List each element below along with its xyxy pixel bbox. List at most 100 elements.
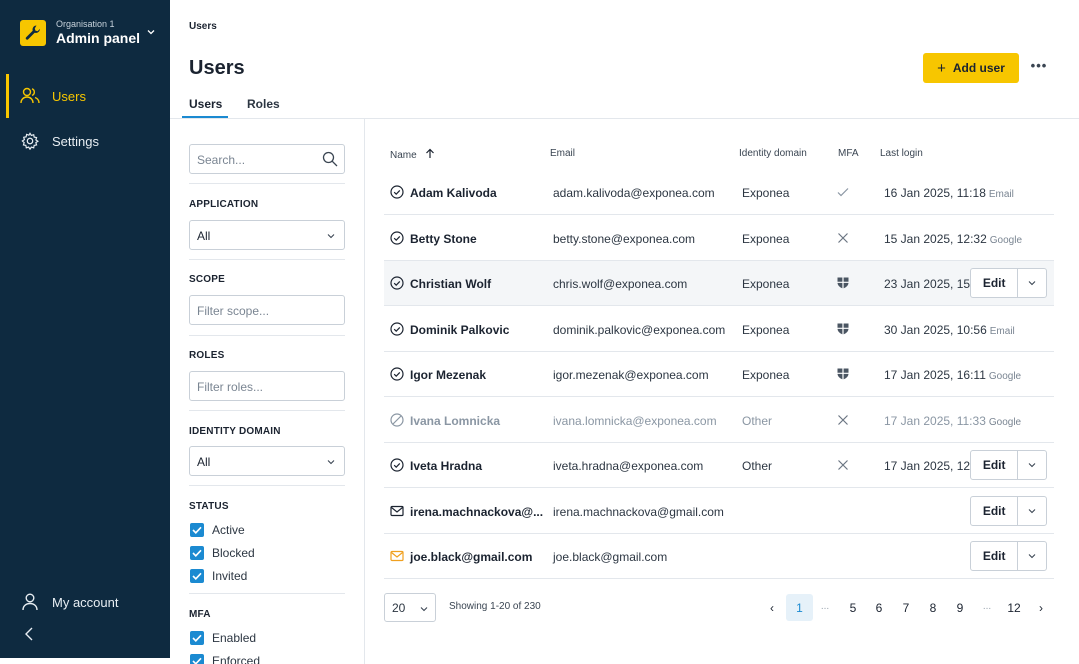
divider xyxy=(189,183,345,184)
user-name[interactable]: Igor Mezenak xyxy=(410,368,486,382)
sidebar-item-my-account[interactable]: My account xyxy=(0,580,170,624)
breadcrumb[interactable]: Users xyxy=(189,21,217,32)
chevron-down-icon xyxy=(1028,508,1036,513)
row-actions-dropdown[interactable] xyxy=(1018,269,1046,297)
mfa-checkbox-enabled[interactable]: Enabled xyxy=(190,630,256,646)
table-row[interactable]: Betty Stone betty.stone@exponea.com Expone… xyxy=(384,216,1054,261)
user-name[interactable]: irena.machnackova@... xyxy=(410,505,543,519)
last-login-time: 23 Jan 2025, 15 xyxy=(884,277,971,291)
chevron-down-icon xyxy=(327,460,335,465)
edit-button[interactable]: Edit xyxy=(971,269,1019,297)
column-header-last-login[interactable]: Last login xyxy=(880,148,923,159)
mfa-filter-label: MFA xyxy=(189,609,211,620)
roles-placeholder: Filter roles... xyxy=(197,380,264,394)
user-email: adam.kalivoda@exponea.com xyxy=(553,186,715,200)
prev-page-icon[interactable]: ‹ xyxy=(765,601,779,615)
filters-panel: Search... APPLICATION All SCOPE Filter s… xyxy=(170,119,365,664)
user-identity-domain: Exponea xyxy=(742,322,790,337)
checkbox-label: Enabled xyxy=(212,631,257,645)
status-checkbox-invited[interactable]: Invited xyxy=(190,568,247,584)
column-header-name[interactable]: Name xyxy=(390,148,435,161)
row-actions-dropdown[interactable] xyxy=(1018,497,1046,525)
edit-button-group: Edit xyxy=(970,450,1047,480)
sidebar-item-settings[interactable]: Settings xyxy=(0,119,170,163)
user-name[interactable]: Ivana Lomnicka xyxy=(410,414,500,428)
roles-filter-input[interactable]: Filter roles... xyxy=(189,371,345,401)
page-7[interactable]: 7 xyxy=(899,601,913,615)
login-method: Email xyxy=(989,325,1015,337)
column-header-mfa[interactable]: MFA xyxy=(838,148,859,159)
tab-users[interactable]: Users xyxy=(189,97,222,111)
login-method: Google xyxy=(989,234,1023,246)
identity-domain-select[interactable]: All xyxy=(189,446,345,476)
table-row[interactable]: Iveta Hradna iveta.hradna@exponea.com Othe… xyxy=(384,443,1054,488)
table-row[interactable]: Ivana Lomnicka ivana.lomnicka@exponea.com… xyxy=(384,398,1054,443)
application-select-value: All xyxy=(197,229,211,243)
divider xyxy=(189,259,345,260)
chevron-down-icon xyxy=(1028,554,1036,559)
chevron-down-icon xyxy=(1028,281,1036,286)
next-page-icon[interactable]: › xyxy=(1034,601,1048,615)
user-email: joe.black@gmail.com xyxy=(553,550,668,564)
per-page-select[interactable]: 20 xyxy=(384,593,436,622)
user-email: chris.wolf@exponea.com xyxy=(553,277,688,291)
sidebar-item-label: My account xyxy=(52,595,119,610)
collapse-sidebar-icon[interactable] xyxy=(22,626,36,642)
table-row[interactable]: Christian Wolf chris.wolf@exponea.com Expo… xyxy=(384,261,1054,306)
status-blocked-icon xyxy=(390,412,404,427)
table-row[interactable]: Dominik Palkovic dominik.palkovic@exponea… xyxy=(384,307,1054,352)
add-user-button[interactable]: + Add user xyxy=(923,53,1019,83)
table-row[interactable]: Igor Mezenak igor.mezenak@exponea.com Expo… xyxy=(384,352,1054,397)
table-row[interactable]: Adam Kalivoda adam.kalivoda@exponea.com Ex… xyxy=(384,170,1054,215)
application-filter-label: APPLICATION xyxy=(189,199,259,210)
user-name[interactable]: Betty Stone xyxy=(410,232,477,246)
edit-button[interactable]: Edit xyxy=(971,496,1019,525)
status-checkbox-blocked[interactable]: Blocked xyxy=(190,545,255,561)
last-login-time: 16 Jan 2025, 11:18 xyxy=(884,186,986,200)
login-method: Google xyxy=(988,416,1022,428)
x-icon xyxy=(836,413,850,427)
search-input[interactable]: Search... xyxy=(189,144,345,174)
edit-button[interactable]: Edit xyxy=(971,451,1019,479)
tab-roles[interactable]: Roles xyxy=(247,97,280,111)
per-page-value: 20 xyxy=(392,601,406,615)
page-6[interactable]: 6 xyxy=(872,601,886,615)
row-actions-dropdown[interactable] xyxy=(1018,542,1046,570)
user-identity-domain: Other xyxy=(742,413,773,428)
search-icon xyxy=(322,151,338,167)
user-last-login: 16 Jan 2025, 11:18 Email xyxy=(884,186,1044,200)
checkbox-label: Invited xyxy=(212,569,248,583)
user-name[interactable]: joe.black@gmail.com xyxy=(410,550,532,564)
status-checkbox-active[interactable]: Active xyxy=(190,522,245,538)
divider xyxy=(189,410,345,411)
column-header-identity-domain[interactable]: Identity domain xyxy=(739,148,807,159)
org-switcher[interactable]: Organisation 1 Admin panel xyxy=(20,19,155,47)
application-select[interactable]: All xyxy=(189,220,345,250)
checkbox-label: Enforced xyxy=(212,654,261,664)
identity-domain-select-value: All xyxy=(197,455,211,469)
row-actions-dropdown[interactable] xyxy=(1018,451,1046,479)
edit-button[interactable]: Edit xyxy=(971,542,1019,570)
sidebar-item-users[interactable]: Users xyxy=(0,74,170,118)
page-1[interactable]: 1 xyxy=(786,594,813,621)
table-row[interactable]: joe.black@gmail.com joe.black@gmail.com Ed… xyxy=(384,534,1054,579)
plus-icon: + xyxy=(937,59,946,77)
user-name[interactable]: Iveta Hradna xyxy=(410,459,482,473)
table-row[interactable]: irena.machnackova@... irena.machnackova@g… xyxy=(384,489,1054,534)
user-name[interactable]: Adam Kalivoda xyxy=(410,186,497,200)
scope-placeholder: Filter scope... xyxy=(197,304,270,318)
column-header-email[interactable]: Email xyxy=(550,148,575,159)
more-options-icon[interactable]: ••• xyxy=(1028,58,1050,76)
user-name[interactable]: Christian Wolf xyxy=(410,277,491,291)
page-9[interactable]: 9 xyxy=(953,601,967,615)
mfa-checkbox-enforced[interactable]: Enforced xyxy=(190,653,260,664)
page-12[interactable]: 12 xyxy=(1005,601,1023,615)
page-8[interactable]: 8 xyxy=(926,601,940,615)
chevron-down-icon xyxy=(147,30,155,35)
user-name[interactable]: Dominik Palkovic xyxy=(410,323,509,337)
chevron-down-icon xyxy=(420,607,428,612)
user-identity-domain: Exponea xyxy=(742,186,790,200)
scope-filter-input[interactable]: Filter scope... xyxy=(189,295,345,325)
page-5[interactable]: 5 xyxy=(846,601,860,615)
sidebar-item-label: Users xyxy=(52,89,86,104)
